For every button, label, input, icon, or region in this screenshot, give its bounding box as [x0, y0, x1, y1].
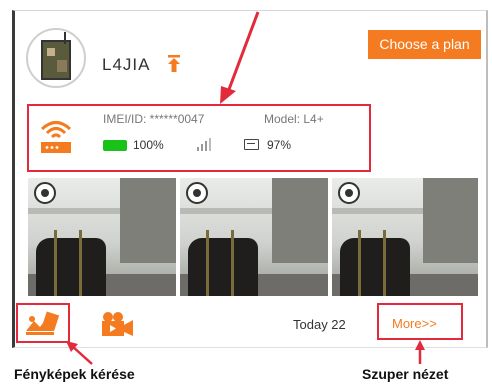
- video-camera-icon[interactable]: [100, 311, 134, 337]
- choose-plan-button[interactable]: Choose a plan: [368, 30, 481, 59]
- camera-badge-icon: [186, 182, 208, 204]
- request-photos-label: Fényképek kérése: [14, 366, 135, 382]
- photo-thumbnail-2[interactable]: [180, 178, 328, 296]
- device-avatar[interactable]: [26, 28, 86, 88]
- stool: [54, 230, 82, 296]
- router-signal-icon: [40, 121, 72, 153]
- more-button[interactable]: More>>: [392, 316, 437, 331]
- upload-icon[interactable]: [168, 55, 180, 73]
- camera-badge-icon: [34, 182, 56, 204]
- camera-badge-icon: [338, 182, 360, 204]
- super-view-label: Szuper nézet: [362, 366, 449, 382]
- request-photos-icon[interactable]: [24, 311, 60, 337]
- signal-strength-icon: [197, 138, 211, 151]
- stool: [206, 230, 234, 296]
- photo-thumbnail-3[interactable]: [332, 178, 478, 296]
- model-text: Model: L4+: [264, 112, 324, 126]
- camera-board-image: [41, 40, 71, 80]
- battery-icon: [103, 140, 127, 151]
- photo-thumbnail-1[interactable]: [28, 178, 176, 296]
- today-count: Today 22: [293, 317, 346, 332]
- storage-value: 97%: [267, 138, 292, 152]
- sd-card-icon: [244, 139, 259, 150]
- device-name: L4JIA: [102, 55, 151, 74]
- battery-value: 100%: [133, 138, 164, 152]
- imei-text: IMEI/ID: ******0047: [103, 112, 205, 126]
- stool: [358, 230, 386, 296]
- antenna: [64, 32, 66, 44]
- device-info-highlight: IMEI/ID: ******0047 Model: L4+ 100% 97%: [27, 104, 371, 172]
